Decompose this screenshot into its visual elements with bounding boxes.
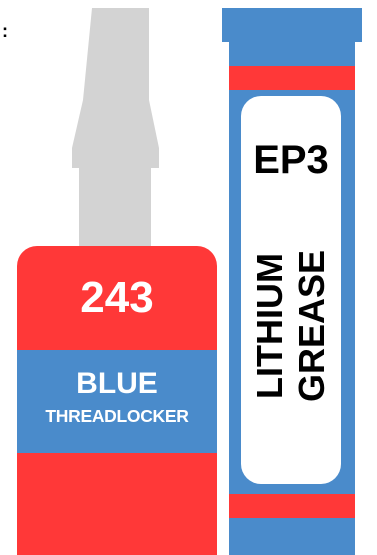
vertical-label: LITHIUM GREASE [249, 250, 333, 402]
product-color-name: BLUE [76, 367, 158, 400]
bottle-top-section: 243 [17, 246, 217, 350]
bottle-label-band: BLUE THREADLOCKER [17, 350, 217, 453]
bottle-body: 243 BLUE THREADLOCKER [17, 246, 217, 555]
grease-type-line2: GREASE [291, 249, 332, 403]
tube-cap [222, 8, 362, 42]
tube-stripe-bottom [229, 494, 355, 518]
bottle-bottom-section [17, 453, 217, 555]
product-type: THREADLOCKER [45, 406, 189, 426]
grease-grade: EP3 [253, 138, 329, 182]
vertical-label-area: LITHIUM GREASE [241, 216, 341, 436]
product-number: 243 [80, 273, 154, 322]
illustration-canvas: : 243 BLUE THREADLOCKER EP3 LITHIUM GREA… [0, 0, 377, 555]
nozzle-cap-shape [72, 8, 159, 246]
tube-label: EP3 LITHIUM GREASE [241, 96, 341, 484]
tube-stripe-top [229, 66, 355, 90]
grease-tube: EP3 LITHIUM GREASE [222, 8, 362, 555]
threadlocker-bottle: 243 BLUE THREADLOCKER [0, 0, 230, 555]
grease-type-line1: LITHIUM [249, 253, 290, 399]
